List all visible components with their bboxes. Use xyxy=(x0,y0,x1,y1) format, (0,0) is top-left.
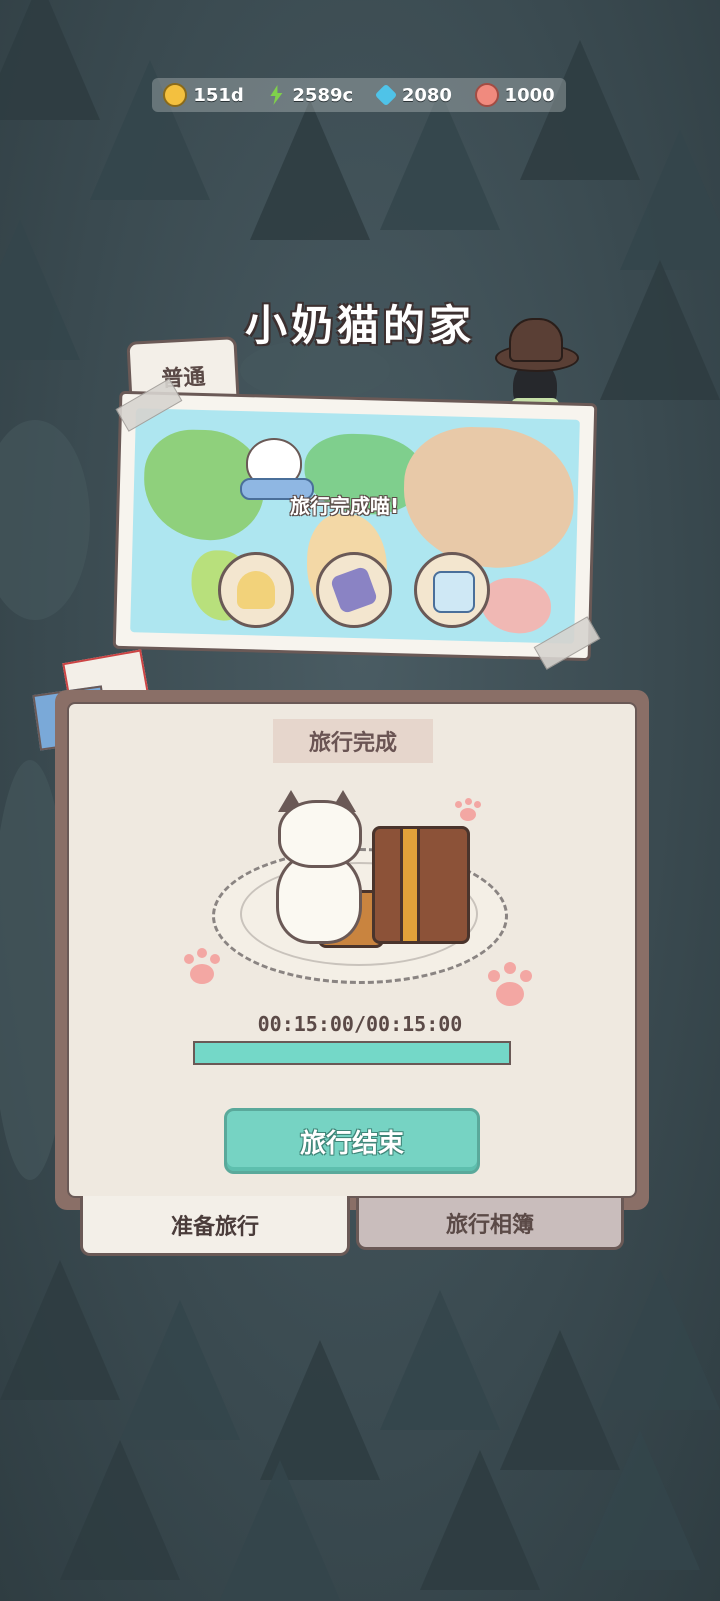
currency-gem[interactable]: 2080 xyxy=(374,83,452,107)
paw-print-icon xyxy=(182,948,222,988)
pink-shell-icon xyxy=(474,83,499,107)
yellow-hat-icon xyxy=(237,571,275,609)
currency-gold-value: 151d xyxy=(193,84,244,106)
paw-print-icon xyxy=(486,962,534,1010)
currency-gold[interactable]: 151d xyxy=(163,83,244,107)
travel-complete-message: 旅行完成喵! xyxy=(290,494,400,518)
lightning-energy-icon xyxy=(270,85,283,105)
tab-travel-album[interactable]: 旅行相簿 xyxy=(356,1198,624,1250)
blue-gem-icon xyxy=(374,83,398,107)
jet-ticket-icon xyxy=(433,571,475,613)
travel-item-ticket[interactable] xyxy=(414,552,490,628)
currency-bar: 151d 2589c 2080 1000 xyxy=(152,78,566,112)
hat-crown xyxy=(509,318,563,362)
purple-power-adapter-icon xyxy=(329,565,379,615)
suitcase-strap xyxy=(400,826,420,944)
gold-coin-icon xyxy=(163,83,188,107)
suitcase-large xyxy=(372,826,470,944)
travel-timer: 00:15:00/00:15:00 xyxy=(0,1012,720,1036)
travel-item-hat[interactable] xyxy=(218,552,294,628)
timer-elapsed: 00:15:00 xyxy=(257,1012,354,1036)
currency-gem-value: 2080 xyxy=(401,84,452,106)
end-travel-button[interactable]: 旅行结束 xyxy=(224,1108,480,1174)
tab-prepare-travel[interactable]: 准备旅行 xyxy=(80,1196,350,1256)
currency-shell[interactable]: 1000 xyxy=(474,83,555,107)
currency-energy-value: 2589c xyxy=(292,84,354,106)
cat-head xyxy=(278,800,362,868)
timer-total: 00:15:00 xyxy=(366,1012,463,1036)
travel-progress-fill xyxy=(195,1043,509,1063)
paw-print-icon xyxy=(455,798,481,824)
timer-separator: / xyxy=(353,1012,367,1036)
white-cat-with-luggage xyxy=(272,790,364,944)
currency-energy[interactable]: 2589c xyxy=(266,85,353,106)
travel-item-adapter[interactable] xyxy=(316,552,392,628)
travel-progress-bar xyxy=(193,1041,511,1065)
status-label: 旅行完成 xyxy=(273,719,433,763)
home-title: 小奶猫的家 xyxy=(244,301,475,350)
currency-shell-value: 1000 xyxy=(504,84,555,106)
